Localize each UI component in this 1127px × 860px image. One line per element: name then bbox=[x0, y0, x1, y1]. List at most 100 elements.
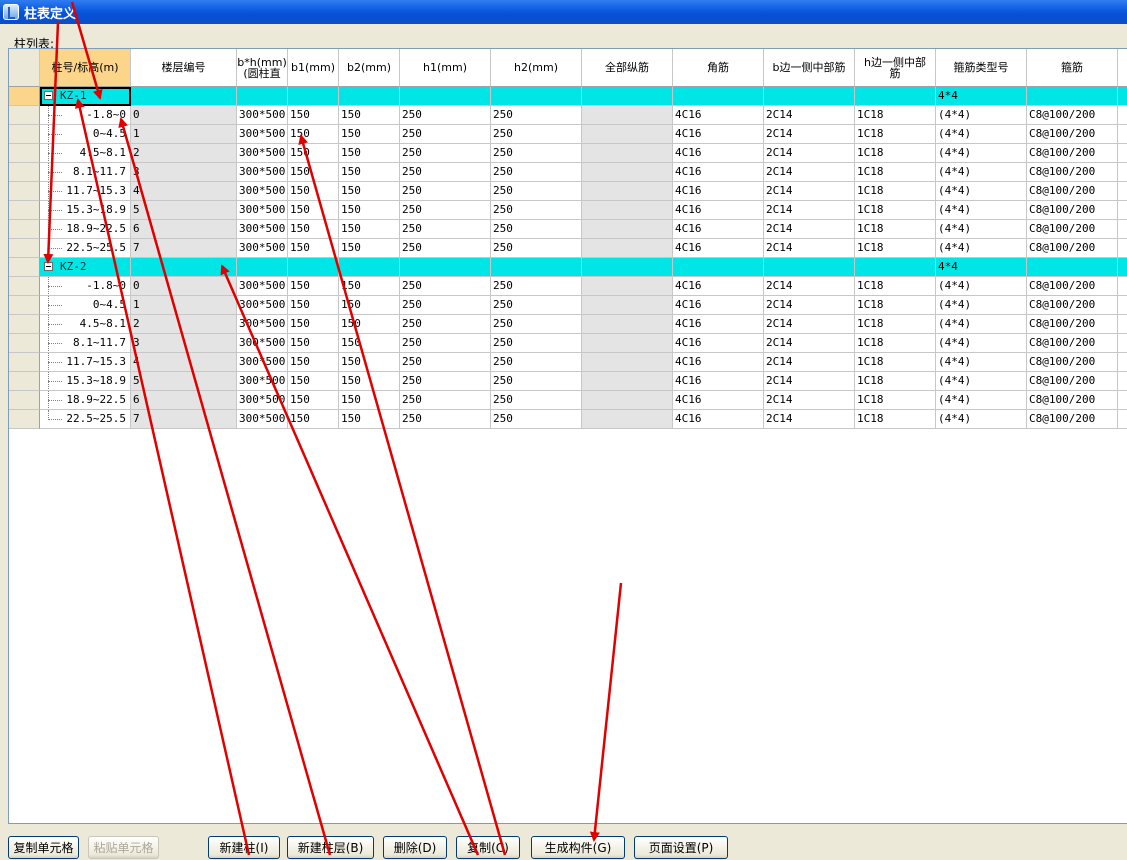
cell-h1[interactable]: 250 bbox=[400, 106, 491, 125]
row-header[interactable] bbox=[9, 239, 40, 258]
row-header[interactable] bbox=[9, 163, 40, 182]
table-row[interactable]: 8.1~11.7 3 300*500 150 150 250 250 4C16 2C14 1C18… bbox=[9, 163, 1127, 182]
table-row[interactable]: 0~4.5 1 300*500 150 150 250 250 4C16 2C14 1C18 (4*… bbox=[9, 296, 1127, 315]
cell-h-mid-bars[interactable]: 1C18 bbox=[855, 410, 936, 429]
group-cell[interactable] bbox=[491, 87, 582, 106]
cell-h-mid-bars[interactable]: 1C18 bbox=[855, 144, 936, 163]
column-header[interactable]: b2(mm) bbox=[339, 49, 400, 87]
cell-stirrup[interactable]: C8@100/200 bbox=[1027, 334, 1118, 353]
row-header[interactable] bbox=[9, 296, 40, 315]
cell-h2[interactable]: 250 bbox=[491, 277, 582, 296]
group-cell[interactable] bbox=[1027, 258, 1118, 277]
cell-floor[interactable]: 0 bbox=[131, 277, 237, 296]
row-header[interactable] bbox=[9, 410, 40, 429]
cell-all-bars[interactable] bbox=[582, 277, 673, 296]
copy-cell-button[interactable]: 复制单元格 bbox=[8, 836, 79, 859]
cell-stirrup-type[interactable]: (4*4) bbox=[936, 163, 1027, 182]
cell-stirrup-type[interactable]: (4*4) bbox=[936, 372, 1027, 391]
elevation-cell[interactable]: 22.5~25.5 bbox=[40, 239, 131, 258]
group-cell[interactable] bbox=[1118, 258, 1127, 277]
elevation-cell[interactable]: 0~4.5 bbox=[40, 125, 131, 144]
cell-corner-bars[interactable]: 4C16 bbox=[673, 410, 764, 429]
cell-b2[interactable]: 150 bbox=[339, 106, 400, 125]
cell-stirrup[interactable]: C8@100/200 bbox=[1027, 163, 1118, 182]
cell-all-bars[interactable] bbox=[582, 125, 673, 144]
group-cell[interactable] bbox=[673, 87, 764, 106]
cell-stirrup[interactable]: C8@100/200 bbox=[1027, 277, 1118, 296]
cell-stirrup-type[interactable]: (4*4) bbox=[936, 391, 1027, 410]
group-cell[interactable] bbox=[491, 258, 582, 277]
cell-stirrup[interactable]: C8@100/200 bbox=[1027, 220, 1118, 239]
cell-corner-bars[interactable]: 4C16 bbox=[673, 391, 764, 410]
cell-stirrup[interactable]: C8@100/200 bbox=[1027, 353, 1118, 372]
elevation-cell[interactable]: -1.8~0 bbox=[40, 106, 131, 125]
cell-stirrup[interactable]: C8@100/200 bbox=[1027, 106, 1118, 125]
row-header[interactable] bbox=[9, 125, 40, 144]
cell-corner-bars[interactable]: 4C16 bbox=[673, 220, 764, 239]
table-row[interactable]: 18.9~22.5 6 300*500 150 150 250 250 4C16 2C14 1C1… bbox=[9, 391, 1127, 410]
cell-b1[interactable]: 150 bbox=[288, 144, 339, 163]
cell-h1[interactable]: 250 bbox=[400, 125, 491, 144]
cell-h-mid-bars[interactable]: 1C18 bbox=[855, 201, 936, 220]
cell-b1[interactable]: 150 bbox=[288, 391, 339, 410]
cell-floor[interactable]: 0 bbox=[131, 106, 237, 125]
table-row[interactable]: 0~4.5 1 300*500 150 150 250 250 4C16 2C14 1C18 (4*… bbox=[9, 125, 1127, 144]
cell-bh[interactable]: 300*500 bbox=[237, 125, 288, 144]
group-cell[interactable] bbox=[288, 258, 339, 277]
new-floor-button[interactable]: 新建柱层(B) bbox=[287, 836, 374, 859]
cell-b-mid-bars[interactable]: 2C14 bbox=[764, 277, 855, 296]
cell-h2[interactable]: 250 bbox=[491, 106, 582, 125]
generate-component-button[interactable]: 生成构件(G) bbox=[531, 836, 625, 859]
cell-floor[interactable]: 1 bbox=[131, 296, 237, 315]
cell-b1[interactable]: 150 bbox=[288, 334, 339, 353]
cell-floor[interactable]: 5 bbox=[131, 201, 237, 220]
cell-b-mid-bars[interactable]: 2C14 bbox=[764, 125, 855, 144]
cell-h1[interactable]: 250 bbox=[400, 201, 491, 220]
group-stirrup-type[interactable]: 4*4 bbox=[936, 258, 1027, 277]
column-header[interactable]: b*h(mm) (圆柱直 bbox=[237, 49, 288, 87]
cell-h-mid-bars[interactable]: 1C18 bbox=[855, 220, 936, 239]
cell-h1[interactable]: 250 bbox=[400, 391, 491, 410]
cell-bh[interactable]: 300*500 bbox=[237, 277, 288, 296]
cell-all-bars[interactable] bbox=[582, 163, 673, 182]
cell-all-bars[interactable] bbox=[582, 144, 673, 163]
cell-b1[interactable]: 150 bbox=[288, 410, 339, 429]
cell-h-mid-bars[interactable]: 1C18 bbox=[855, 334, 936, 353]
column-header[interactable]: 楼层编号 bbox=[131, 49, 237, 87]
cell-h-mid-bars[interactable]: 1C18 bbox=[855, 277, 936, 296]
cell-all-bars[interactable] bbox=[582, 315, 673, 334]
cell-b2[interactable]: 150 bbox=[339, 125, 400, 144]
cell-b-mid-bars[interactable]: 2C14 bbox=[764, 296, 855, 315]
cell-b2[interactable]: 150 bbox=[339, 334, 400, 353]
cell-stirrup-type[interactable]: (4*4) bbox=[936, 144, 1027, 163]
cell-b1[interactable]: 150 bbox=[288, 239, 339, 258]
cell-b-mid-bars[interactable]: 2C14 bbox=[764, 201, 855, 220]
column-header[interactable]: 柱号/标高(m) bbox=[40, 49, 131, 87]
cell-h1[interactable]: 250 bbox=[400, 372, 491, 391]
cell-stirrup-type[interactable]: (4*4) bbox=[936, 182, 1027, 201]
cell-stirrup[interactable]: C8@100/200 bbox=[1027, 182, 1118, 201]
elevation-cell[interactable]: 4.5~8.1 bbox=[40, 144, 131, 163]
group-cell[interactable] bbox=[855, 87, 936, 106]
group-cell[interactable] bbox=[288, 87, 339, 106]
elevation-cell[interactable]: 11.7~15.3 bbox=[40, 353, 131, 372]
column-header[interactable]: h1(mm) bbox=[400, 49, 491, 87]
cell-corner-bars[interactable]: 4C16 bbox=[673, 353, 764, 372]
elevation-cell[interactable]: 11.7~15.3 bbox=[40, 182, 131, 201]
cell-b1[interactable]: 150 bbox=[288, 106, 339, 125]
cell-b1[interactable]: 150 bbox=[288, 163, 339, 182]
cell-stirrup-type[interactable]: (4*4) bbox=[936, 106, 1027, 125]
cell-bh[interactable]: 300*500 bbox=[237, 163, 288, 182]
cell-corner-bars[interactable]: 4C16 bbox=[673, 315, 764, 334]
cell-h2[interactable]: 250 bbox=[491, 182, 582, 201]
row-header[interactable] bbox=[9, 258, 40, 277]
cell-b1[interactable]: 150 bbox=[288, 182, 339, 201]
table-row[interactable]: 22.5~25.5 7 300*500 150 150 250 250 4C16 2C14 1C1… bbox=[9, 239, 1127, 258]
cell-b-mid-bars[interactable]: 2C14 bbox=[764, 372, 855, 391]
cell-b2[interactable]: 150 bbox=[339, 372, 400, 391]
cell-h1[interactable]: 250 bbox=[400, 220, 491, 239]
cell-b1[interactable]: 150 bbox=[288, 201, 339, 220]
elevation-cell[interactable]: -1.8~0 bbox=[40, 277, 131, 296]
cell-b-mid-bars[interactable]: 2C14 bbox=[764, 106, 855, 125]
group-cell[interactable] bbox=[400, 258, 491, 277]
